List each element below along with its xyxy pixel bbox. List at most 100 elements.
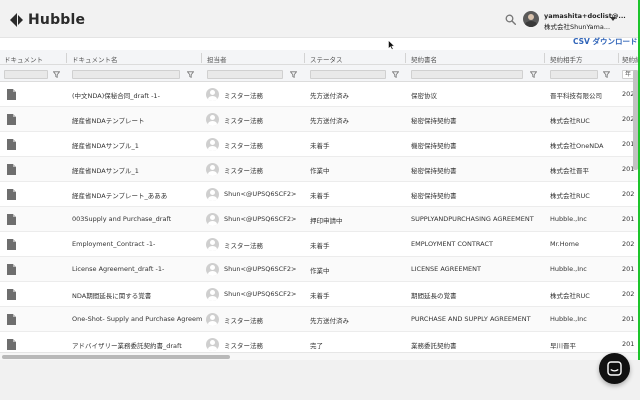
person-icon [206, 213, 219, 226]
chat-support-button[interactable] [599, 353, 630, 384]
cell-contract-name: 期間延長の覚書 [411, 292, 457, 300]
person-icon [206, 288, 219, 301]
document-icon [7, 89, 16, 100]
cell-document-name[interactable]: License Agreement_draft -1- [72, 265, 200, 273]
user-menu-caret-icon[interactable] [610, 17, 616, 21]
search-icon[interactable] [505, 14, 516, 25]
person-icon [206, 113, 219, 126]
top-bar: Hubble yamashita+doclist@... 株式会社ShunYam… [0, 0, 640, 38]
filter-input-assignee[interactable] [207, 70, 283, 79]
user-company[interactable]: 株式会社ShunYama... [544, 21, 610, 31]
cell-assignee: Shun<@UPSQ6SCF2> [224, 215, 297, 223]
cell-document-name[interactable]: 経産省NDAサンプル_1 [72, 165, 200, 175]
column-separator[interactable] [304, 53, 305, 63]
cell-document-name[interactable]: NDA期間延長に関する覚書 [72, 290, 200, 300]
person-icon [206, 338, 219, 351]
filter-row: 年 / [0, 65, 640, 82]
person-icon [206, 163, 219, 176]
filter-icon[interactable] [392, 71, 399, 78]
column-header-counterparty[interactable]: 契約相手方 [550, 54, 583, 64]
filter-input-counterparty[interactable] [550, 70, 598, 79]
person-icon [206, 188, 219, 201]
cell-status: 先方送付済み [310, 92, 349, 100]
filter-input-status[interactable] [310, 70, 386, 79]
filter-input-document[interactable] [4, 70, 48, 79]
horizontal-scrollbar[interactable] [0, 352, 640, 360]
filter-icon[interactable] [187, 71, 194, 78]
column-header-status[interactable]: ステータス [310, 54, 343, 64]
cell-contract-date: 202 [622, 290, 635, 298]
document-table: ドキュメント ドキュメント名 担当者 ステータス 契約書名 契約相手方 契約締 … [0, 50, 640, 360]
cell-counterparty: Hubble.,Inc [550, 215, 587, 223]
document-icon [7, 239, 16, 250]
horizontal-scrollbar-thumb[interactable] [2, 355, 230, 359]
column-separator[interactable] [618, 53, 619, 63]
table-row[interactable]: License Agreement_draft -1- Shun<@UPSQ6S… [0, 257, 640, 282]
cell-contract-name: 秘密保持契約書 [411, 167, 457, 175]
person-icon [206, 138, 219, 151]
user-avatar[interactable] [523, 11, 539, 27]
cell-assignee: ミスター法務 [224, 92, 263, 100]
filter-input-contract-name[interactable] [411, 70, 523, 79]
cell-document-name[interactable]: (中文NDA)保秘合同_draft -1- [72, 90, 200, 100]
cell-document-name[interactable]: 経産省NDAテンプレート [72, 115, 200, 125]
column-separator[interactable] [544, 53, 545, 63]
cell-counterparty: 晋平科技有限公司 [550, 92, 602, 100]
table-row[interactable]: 経産省NDAサンプル_1 ミスター法務 未着手 機密保持契約書 株式会社OneN… [0, 132, 640, 157]
footer-area [0, 360, 640, 400]
document-icon [7, 114, 16, 125]
cell-document-name[interactable]: 経産省NDAサンプル_1 [72, 140, 200, 150]
column-header-document-name[interactable]: ドキュメント名 [72, 54, 118, 64]
column-separator[interactable] [201, 53, 202, 63]
cell-counterparty: 株式会社RUC [550, 292, 590, 300]
document-icon [7, 164, 16, 175]
table-row[interactable]: One-Shot- Supply and Purchase Agreement … [0, 307, 640, 332]
filter-icon[interactable] [53, 71, 60, 78]
filter-input-document-name[interactable] [72, 70, 180, 79]
cell-contract-name: 保密协议 [411, 92, 437, 100]
cell-contract-name: 業務委託契約書 [411, 342, 457, 350]
filter-icon[interactable] [290, 71, 297, 78]
cell-contract-name: PURCHASE AND SUPPLY AGREEMENT [411, 315, 531, 323]
cell-contract-name: LICENSE AGREEMENT [411, 265, 481, 273]
cell-status: 未着手 [310, 192, 330, 200]
cell-contract-date: 202 [622, 190, 635, 198]
cell-document-name[interactable]: One-Shot- Supply and Purchase Agreement [72, 315, 202, 323]
cell-document-name[interactable]: 経産省NDAテンプレート_あああ [72, 190, 200, 200]
document-icon [7, 289, 16, 300]
table-row[interactable]: 経産省NDAテンプレート_あああ Shun<@UPSQ6SCF2> 未着手 秘密… [0, 182, 640, 207]
cell-status: 未着手 [310, 242, 330, 250]
csv-download-link[interactable]: CSV ダウンロード [573, 36, 637, 47]
cell-document-name[interactable]: 003Supply and Purchase_draft [72, 215, 200, 223]
column-header-contract-name[interactable]: 契約書名 [411, 54, 437, 64]
column-header-document[interactable]: ドキュメント [4, 54, 43, 64]
person-icon [206, 88, 219, 101]
table-row[interactable]: NDA期間延長に関する覚書 Shun<@UPSQ6SCF2> 未着手 期間延長の… [0, 282, 640, 307]
cell-status: 完了 [310, 342, 323, 350]
cell-document-name[interactable]: アドバイザリー業務委託契約書_draft [72, 340, 200, 350]
hubble-logo[interactable]: Hubble [10, 12, 85, 28]
table-row[interactable]: Employment_Contract -1- ミスター法務 未着手 EMPLO… [0, 232, 640, 257]
table-row[interactable]: 経産省NDAサンプル_1 ミスター法務 作業中 秘密保持契約書 株式会社晋平 2… [0, 157, 640, 182]
person-icon [206, 238, 219, 251]
cell-status: 先方送付済み [310, 117, 349, 125]
column-header-assignee[interactable]: 担当者 [207, 54, 227, 64]
document-icon [7, 139, 16, 150]
cell-assignee: Shun<@UPSQ6SCF2> [224, 190, 297, 198]
cell-document-name[interactable]: Employment_Contract -1- [72, 240, 200, 248]
person-icon [206, 263, 219, 276]
table-row[interactable]: 003Supply and Purchase_draft Shun<@UPSQ6… [0, 207, 640, 232]
filter-icon[interactable] [603, 71, 610, 78]
cell-counterparty: 早川晋平 [550, 342, 576, 350]
table-row[interactable]: (中文NDA)保秘合同_draft -1- ミスター法務 先方送付済み 保密协议… [0, 82, 640, 107]
filter-icon[interactable] [530, 71, 537, 78]
cell-status: 作業中 [310, 267, 330, 275]
person-icon [206, 313, 219, 326]
cell-counterparty: 株式会社RUC [550, 192, 590, 200]
column-separator[interactable] [405, 53, 406, 63]
cell-counterparty: 株式会社RUC [550, 117, 590, 125]
cell-status: 未着手 [310, 292, 330, 300]
column-separator[interactable] [66, 53, 67, 63]
cell-counterparty: 株式会社OneNDA [550, 142, 604, 150]
table-row[interactable]: 経産省NDAテンプレート ミスター法務 先方送付済み 秘密保持契約書 株式会社R… [0, 107, 640, 132]
